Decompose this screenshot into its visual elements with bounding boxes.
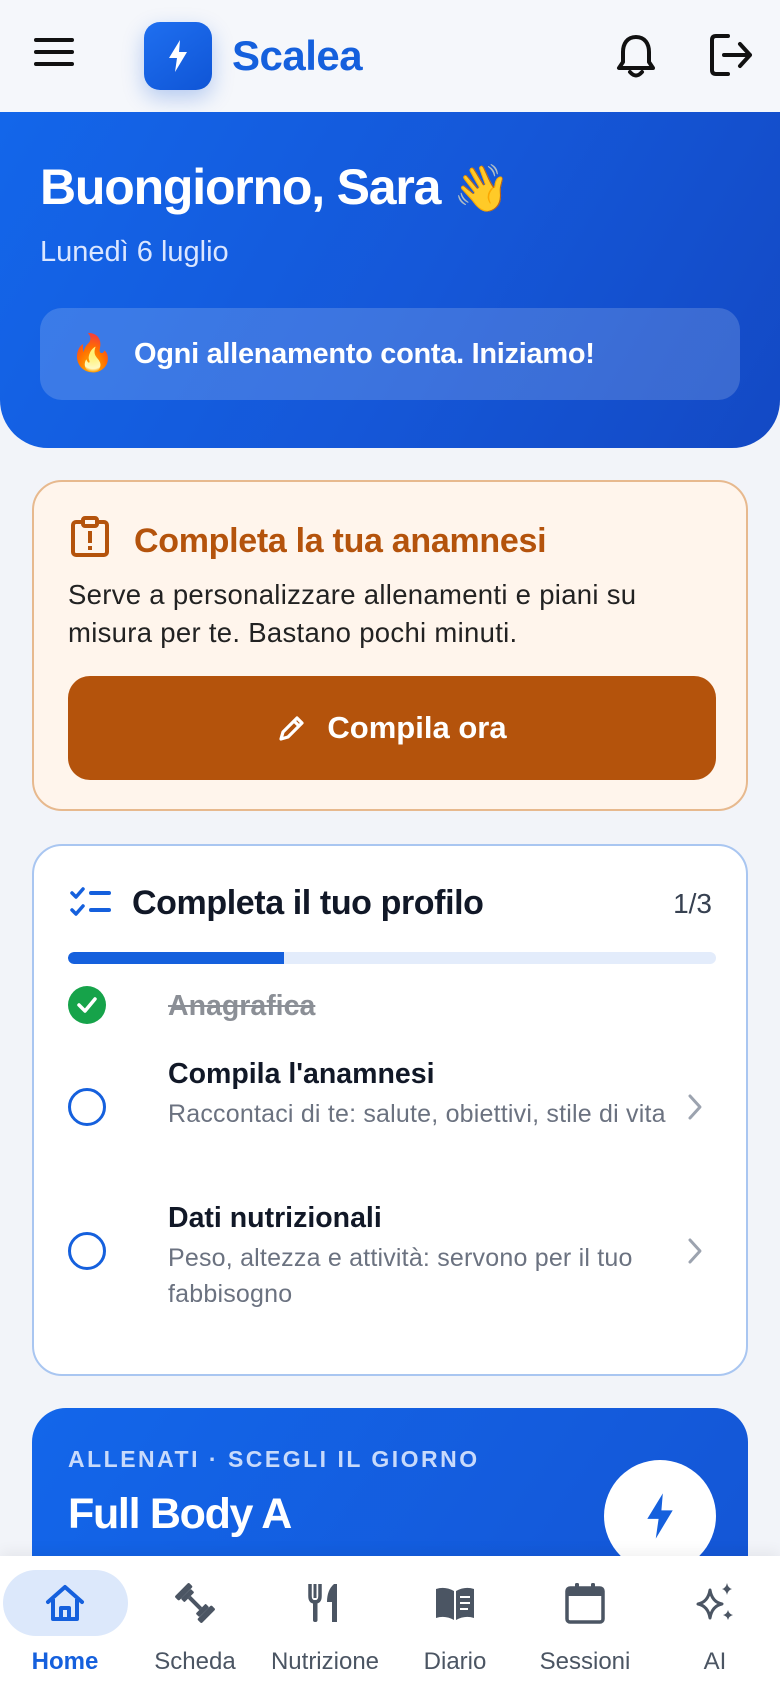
motivation-banner: 🔥 Ogni allenamento conta. Iniziamo!: [40, 308, 740, 400]
fork-knife-icon: [308, 1584, 337, 1622]
step-nutrition[interactable]: Dati nutrizionali Peso, altezza e attivi…: [68, 1202, 716, 1312]
nav-diario[interactable]: Diario: [390, 1556, 520, 1688]
anamnesi-title: Completa la tua anamnesi: [134, 522, 547, 560]
bottom-navigation: Home Scheda Nutrizione Diario Sessioni A…: [0, 1556, 780, 1688]
greeting-text: Buongiorno, Sara: [40, 159, 441, 215]
empty-circle-icon: [68, 1232, 106, 1270]
workout-title: Full Body A: [68, 1490, 292, 1538]
nav-label: AI: [703, 1648, 727, 1675]
nav-label: Scheda: [154, 1648, 236, 1675]
bell-icon[interactable]: [614, 32, 658, 80]
profile-step-count: 1/3: [673, 888, 712, 919]
step-title: Compila l'anamnesi: [168, 1058, 435, 1090]
pencil-icon: [279, 716, 305, 741]
step-anamnesi[interactable]: Compila l'anamnesi Raccontaci di te: sal…: [68, 1058, 716, 1168]
bolt-icon: [144, 22, 212, 90]
bolt-icon: [647, 1493, 673, 1539]
current-date: Lunedì 6 luglio: [40, 236, 229, 268]
anamnesi-alert-card: Completa la tua anamnesi Serve a persona…: [32, 480, 748, 811]
nav-label: Home: [31, 1648, 99, 1675]
brand-name: Scalea: [232, 32, 363, 79]
sparkles-icon: [696, 1583, 733, 1620]
step-title: Dati nutrizionali: [168, 1202, 382, 1234]
profile-progress-bar: [68, 952, 716, 964]
nav-label: Sessioni: [539, 1648, 631, 1675]
book-icon: [436, 1587, 474, 1620]
checklist-icon: [70, 886, 112, 920]
home-icon: [46, 1585, 84, 1621]
nav-ai[interactable]: AI: [650, 1556, 780, 1688]
calendar-icon: [565, 1583, 605, 1624]
greeting-title: Buongiorno, Sara 👋: [40, 158, 510, 216]
nav-sessioni[interactable]: Sessioni: [520, 1556, 650, 1688]
nav-label: Diario: [423, 1648, 487, 1675]
step-description: Raccontaci di te: salute, obiettivi, sti…: [168, 1100, 666, 1128]
profile-title: Completa il tuo profilo: [132, 884, 484, 922]
motivation-text: Ogni allenamento conta. Iniziamo!: [134, 338, 595, 370]
nav-nutrizione[interactable]: Nutrizione: [260, 1556, 390, 1688]
chevron-right-icon: [688, 1094, 702, 1120]
compile-now-label: Compila ora: [327, 710, 507, 745]
profile-progress-fill: [68, 952, 284, 964]
fire-icon: 🔥: [70, 332, 115, 373]
clipboard-alert-icon: [70, 516, 110, 558]
check-circle-icon: [68, 986, 106, 1024]
nav-home[interactable]: Home: [0, 1556, 130, 1688]
empty-circle-icon: [68, 1088, 106, 1126]
menu-icon[interactable]: [34, 38, 74, 74]
step-anagrafica[interactable]: Anagrafica: [68, 986, 716, 1036]
nav-label: Nutrizione: [270, 1648, 380, 1675]
wave-emoji-icon: 👋: [452, 162, 510, 214]
top-app-bar: Scalea: [0, 0, 780, 112]
workout-kicker: ALLENATI · SCEGLI IL GIORNO: [68, 1446, 480, 1472]
greeting-hero: Buongiorno, Sara 👋 Lunedì 6 luglio 🔥 Ogn…: [0, 112, 780, 448]
chevron-right-icon: [688, 1238, 702, 1264]
profile-completion-card: Completa il tuo profilo 1/3 Anagrafica C…: [32, 844, 748, 1376]
logout-icon[interactable]: [708, 32, 754, 78]
compile-now-button[interactable]: Compila ora: [68, 676, 716, 780]
anamnesi-description: Serve a personalizzare allenamenti e pia…: [68, 579, 637, 648]
step-title: Anagrafica: [168, 990, 316, 1022]
step-description: Peso, altezza e attività: servono per il…: [168, 1244, 633, 1308]
dumbbell-icon: [175, 1583, 215, 1623]
nav-scheda[interactable]: Scheda: [130, 1556, 260, 1688]
